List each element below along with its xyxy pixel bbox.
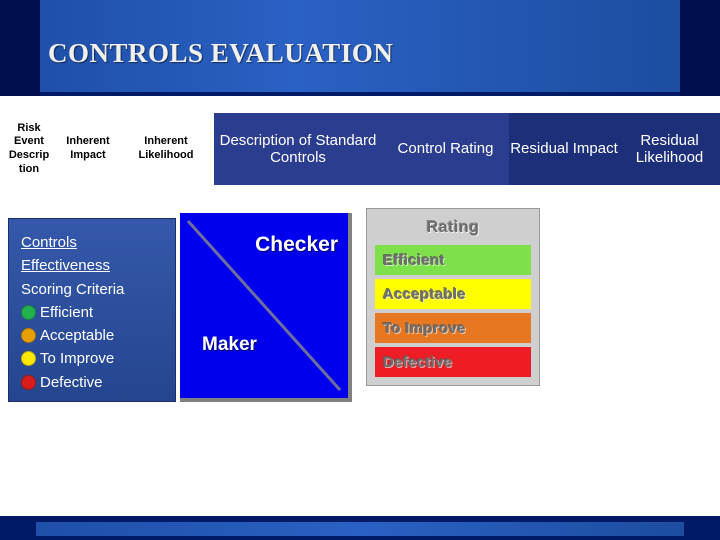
rating-legend-box: Rating Efficient Acceptable To Improve D… — [366, 208, 540, 386]
rating-legend-item-defective: Defective — [375, 347, 531, 377]
scoring-item-label: Defective — [40, 373, 103, 391]
scoring-item-label: Efficient — [40, 303, 94, 321]
page-title: CONTROLS EVALUATION — [48, 38, 394, 68]
rating-legend-item-acceptable: Acceptable — [375, 279, 531, 309]
column-header-risk-event: Risk Event Descrip tion — [0, 113, 58, 185]
maker-label: Maker — [202, 334, 257, 355]
checker-label: Checker — [255, 233, 338, 256]
bullet-dot-icon-acceptable — [21, 328, 36, 344]
bullet-dot-icon-efficient — [21, 304, 36, 320]
bottom-band-highlight — [36, 522, 684, 536]
maker-checker-box: Checker Maker — [180, 213, 352, 402]
rating-legend-title: Rating — [426, 219, 480, 236]
scoring-item-label: To Improve — [40, 350, 115, 368]
column-header-inherent-likelihood: Inherent Likelihood — [118, 113, 214, 185]
bullet-dot-icon-to-improve — [21, 351, 36, 367]
scoring-item-label: Acceptable — [40, 327, 115, 344]
top-band-right-edge — [680, 0, 720, 96]
top-band-left-edge — [0, 0, 40, 96]
slide: CONTROLS EVALUATION Risk Event Descrip t… — [0, 0, 720, 540]
scoring-heading-line-2: Effectiveness — [21, 257, 110, 275]
column-header-inherent-impact: Inherent Impact — [58, 113, 118, 185]
scoring-heading-line-3: Scoring Criteria — [21, 280, 125, 298]
scoring-item-to-improve: To Improve — [21, 347, 165, 370]
column-header-residual-impact: Residual Impact — [509, 113, 619, 185]
bullet-dot-icon-defective — [21, 374, 36, 390]
rating-legend-item-efficient: Efficient — [375, 245, 531, 275]
scoring-item-defective: Defective — [21, 371, 165, 394]
scoring-heading-line-1: Controls — [21, 234, 77, 251]
column-header-description-of-standard-controls: Description of Standard Controls — [214, 113, 382, 185]
column-header-control-rating: Control Rating — [382, 113, 509, 185]
controls-effectiveness-scoring-box: Controls Effectiveness Scoring Criteria … — [8, 218, 176, 402]
column-header-residual-likelihood: Residual Likelihood — [619, 113, 720, 185]
scoring-item-efficient: Efficient — [21, 301, 165, 324]
rating-legend-item-to-improve: To Improve — [375, 313, 531, 343]
scoring-item-acceptable: Acceptable — [21, 324, 165, 347]
table-header-row: Risk Event Descrip tion Inherent Impact … — [0, 113, 720, 185]
